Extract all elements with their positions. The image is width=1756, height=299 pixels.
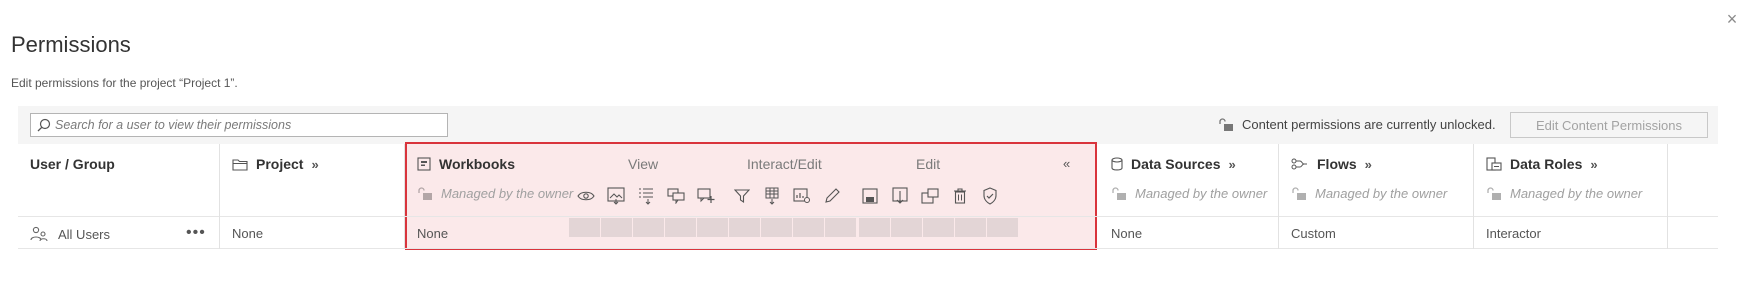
download-summary-data-icon[interactable] (631, 184, 661, 208)
filter-icon[interactable] (727, 184, 757, 208)
flows-header[interactable]: Flows » (1291, 156, 1372, 172)
edit-group-label: Edit (916, 156, 941, 172)
workbooks-header: Workbooks (417, 156, 515, 172)
collapse-workbooks-icon[interactable]: « (1063, 156, 1070, 171)
folder-icon (232, 158, 248, 171)
capability-cell[interactable] (633, 218, 664, 237)
edit-capability-cells (859, 218, 1019, 237)
interact-edit-capabilities (727, 184, 847, 208)
data-roles-value: Interactor (1486, 226, 1541, 241)
permissions-table: User / Group All Users ••• Project » Non (18, 144, 1718, 249)
workbook-icon (417, 157, 431, 171)
unlocked-icon (1219, 117, 1233, 131)
workbooks-column: Workbooks Managed by the owner None View… (405, 144, 1097, 249)
more-actions-icon[interactable]: ••• (186, 224, 206, 242)
download-image-icon[interactable] (601, 184, 631, 208)
capability-cell[interactable] (987, 218, 1018, 237)
user-search-box[interactable] (30, 113, 448, 137)
workbooks-managed: Managed by the owner (417, 186, 573, 201)
download-full-data-icon[interactable] (757, 184, 787, 208)
dialog-subtitle: Edit permissions for the project “Projec… (11, 76, 238, 90)
lock-status: Content permissions are currently unlock… (1218, 117, 1496, 132)
project-header[interactable]: Project » (232, 156, 319, 172)
expand-flows-icon[interactable]: » (1365, 157, 1372, 172)
capability-cell[interactable] (761, 218, 792, 237)
web-edit-icon[interactable] (817, 184, 847, 208)
search-icon (37, 118, 51, 132)
view-capabilities (571, 184, 721, 208)
flows-value: Custom (1291, 226, 1336, 241)
capability-cell[interactable] (859, 218, 890, 237)
data-sources-value: None (1111, 226, 1143, 241)
user-search-input[interactable] (55, 118, 435, 132)
data-sources-managed: Managed by the owner (1111, 186, 1267, 201)
data-role-icon (1486, 157, 1502, 171)
set-permissions-icon[interactable] (975, 184, 1005, 208)
database-icon (1111, 157, 1123, 171)
view-capability-cells (569, 218, 729, 237)
capability-cell[interactable] (569, 218, 600, 237)
capability-cell[interactable] (825, 218, 856, 237)
dialog-title: Permissions (11, 32, 131, 57)
interact-edit-group-label: Interact/Edit (747, 156, 822, 172)
capability-cell[interactable] (665, 218, 696, 237)
capability-cell[interactable] (891, 218, 922, 237)
capability-cell[interactable] (601, 218, 632, 237)
data-sources-column: Data Sources » Managed by the owner None (1099, 144, 1279, 249)
unlocked-icon (1292, 186, 1306, 200)
move-icon[interactable] (915, 184, 945, 208)
share-customized-icon[interactable] (787, 184, 817, 208)
delete-icon[interactable] (945, 184, 975, 208)
lock-status-text: Content permissions are currently unlock… (1242, 117, 1496, 132)
edit-capabilities (855, 184, 1005, 208)
project-column: Project » None (220, 144, 405, 249)
permissions-toolbar: Content permissions are currently unlock… (18, 106, 1718, 144)
group-icon (30, 226, 48, 242)
save-icon[interactable] (855, 184, 885, 208)
flows-managed: Managed by the owner (1291, 186, 1447, 201)
workbooks-value: None (417, 226, 449, 241)
view-icon[interactable] (571, 184, 601, 208)
user-group-column: User / Group All Users ••• (18, 144, 220, 249)
add-comment-icon[interactable] (691, 184, 721, 208)
capability-cell[interactable] (923, 218, 954, 237)
user-cell: All Users (30, 226, 110, 242)
view-comments-icon[interactable] (661, 184, 691, 208)
expand-data-roles-icon[interactable]: » (1590, 157, 1597, 172)
close-icon[interactable]: × (1723, 10, 1741, 28)
data-roles-column: Data Roles » Managed by the owner Intera… (1474, 144, 1668, 249)
capability-cell[interactable] (793, 218, 824, 237)
view-group-label: View (628, 156, 659, 172)
data-roles-managed: Managed by the owner (1486, 186, 1642, 201)
capability-cell[interactable] (729, 218, 760, 237)
data-sources-header[interactable]: Data Sources » (1111, 156, 1236, 172)
expand-project-icon[interactable]: » (311, 157, 318, 172)
capability-cell[interactable] (697, 218, 728, 237)
download-workbook-icon[interactable] (885, 184, 915, 208)
flows-column: Flows » Managed by the owner Custom (1279, 144, 1474, 249)
flow-icon (1291, 158, 1309, 170)
edit-content-permissions-button[interactable]: Edit Content Permissions (1510, 112, 1708, 138)
data-roles-header[interactable]: Data Roles » (1486, 156, 1598, 172)
user-group-header: User / Group (30, 156, 115, 172)
unlocked-icon (418, 186, 432, 200)
expand-data-sources-icon[interactable]: » (1228, 157, 1235, 172)
interact-edit-capability-cells (729, 218, 857, 237)
project-value: None (232, 226, 264, 241)
user-name: All Users (58, 226, 111, 242)
unlocked-icon (1112, 186, 1126, 200)
unlocked-icon (1487, 186, 1501, 200)
capability-cell[interactable] (955, 218, 986, 237)
